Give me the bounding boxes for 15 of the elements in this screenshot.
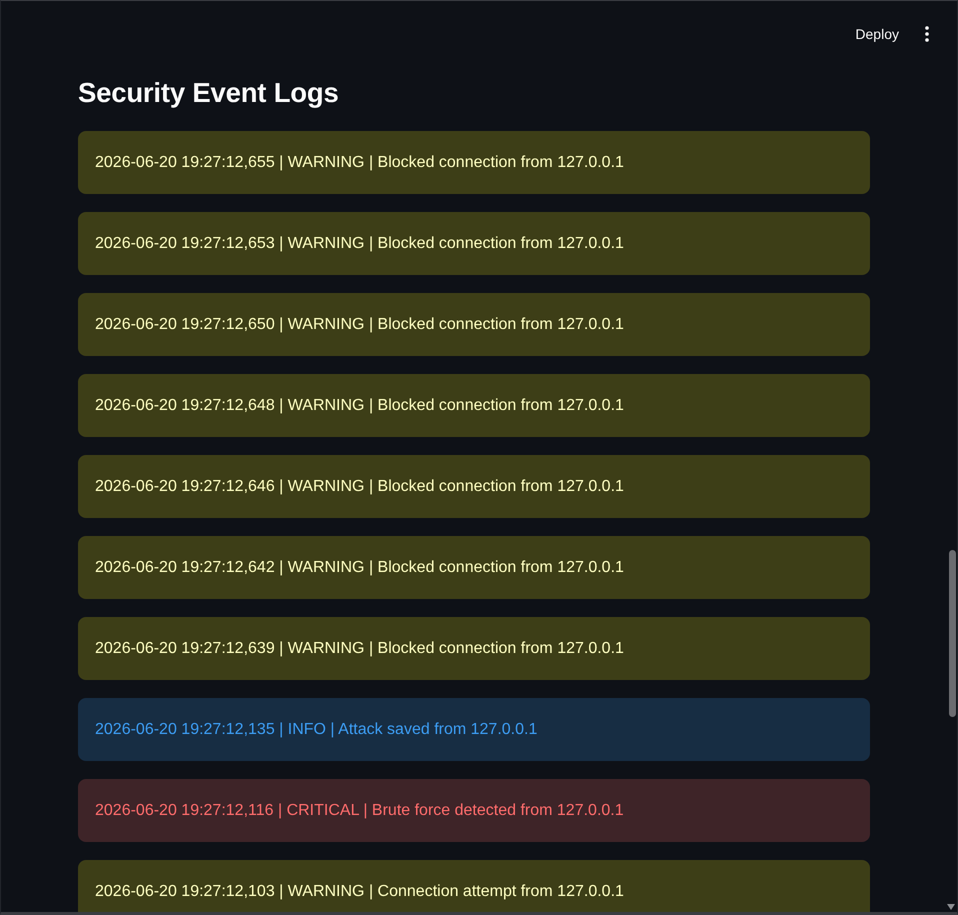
log-alert: 2026-06-20 19:27:12,642 | WARNING | Blocked connection from 127.0.0.1 xyxy=(78,536,870,599)
menu-icon xyxy=(925,26,929,42)
log-alert: 2026-06-20 19:27:12,655 | WARNING | Blocked connection from 127.0.0.1 xyxy=(78,131,870,194)
log-alert: 2026-06-20 19:27:12,103 | WARNING | Connection attempt from 127.0.0.1 xyxy=(78,860,870,912)
log-alert: 2026-06-20 19:27:12,646 | WARNING | Blocked connection from 127.0.0.1 xyxy=(78,455,870,518)
scroll-down-arrow-icon[interactable] xyxy=(947,904,955,910)
log-alert: 2026-06-20 19:27:12,639 | WARNING | Blocked connection from 127.0.0.1 xyxy=(78,617,870,680)
log-alert: 2026-06-20 19:27:12,653 | WARNING | Blocked connection from 127.0.0.1 xyxy=(78,212,870,275)
log-alert: 2026-06-20 19:27:12,135 | INFO | Attack saved from 127.0.0.1 xyxy=(78,698,870,761)
log-alert: 2026-06-20 19:27:12,650 | WARNING | Blocked connection from 127.0.0.1 xyxy=(78,293,870,356)
scrollbar-thumb[interactable] xyxy=(949,550,956,717)
page-title: Security Event Logs xyxy=(78,76,340,110)
deploy-button[interactable]: Deploy xyxy=(847,20,907,48)
log-alert: 2026-06-20 19:27:12,116 | CRITICAL | Brute force detected from 127.0.0.1 xyxy=(78,779,870,842)
log-alert: 2026-06-20 19:27:12,648 | WARNING | Blocked connection from 127.0.0.1 xyxy=(78,374,870,437)
